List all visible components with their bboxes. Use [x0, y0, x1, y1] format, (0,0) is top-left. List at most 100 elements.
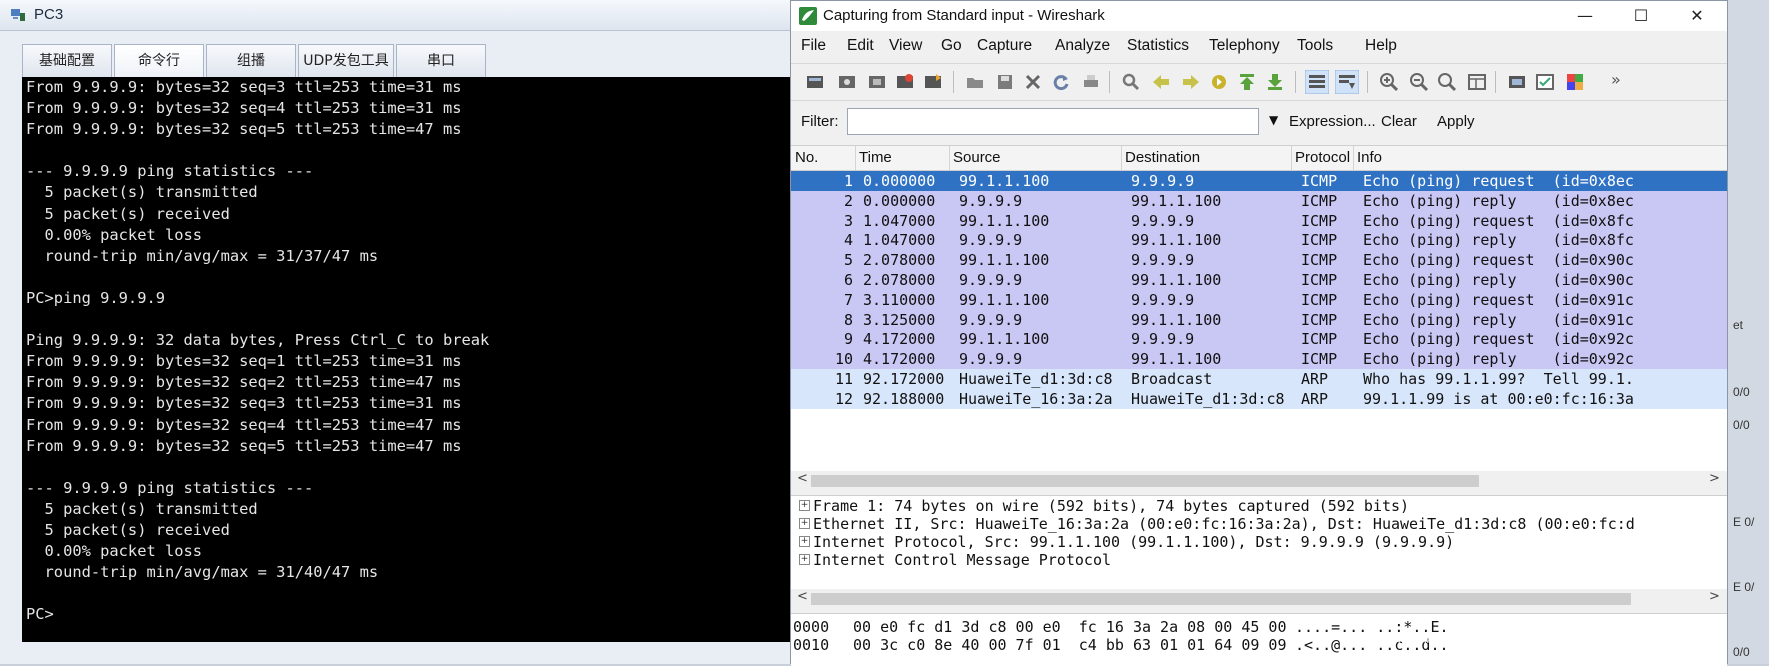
expand-icon[interactable]: + — [799, 536, 810, 547]
packet-protocol: ICMP — [1301, 271, 1338, 289]
terminal[interactable]: From 9.9.9.9: bytes=32 seq=3 ttl=253 tim… — [22, 77, 800, 642]
go-forward-icon[interactable] — [1181, 72, 1201, 92]
scroll-right-icon[interactable]: > — [1709, 471, 1720, 486]
scroll-left-icon[interactable]: < — [797, 589, 808, 604]
capture-options-icon[interactable] — [837, 72, 857, 92]
go-to-packet-icon[interactable] — [1209, 72, 1229, 92]
packet-list-hscroll[interactable]: < > — [791, 471, 1727, 489]
expand-icon[interactable]: + — [799, 554, 810, 565]
coloring-rules-icon[interactable] — [1565, 72, 1585, 92]
detail-row[interactable]: + Frame 1: 74 bytes on wire (592 bits), … — [791, 496, 1727, 516]
go-back-icon[interactable] — [1151, 72, 1171, 92]
scroll-thumb[interactable] — [811, 593, 1631, 605]
column-time[interactable]: Time — [859, 149, 892, 166]
packet-row[interactable]: 1 0.000000 99.1.1.100 9.9.9.9 ICMP Echo (ping… — [791, 171, 1727, 191]
column-separator[interactable] — [1121, 146, 1122, 170]
clear-button[interactable]: Clear — [1381, 113, 1417, 130]
column-info[interactable]: Info — [1357, 149, 1382, 166]
tab-command-line[interactable]: 命令行 — [114, 44, 204, 77]
capture-filters-icon[interactable] — [1507, 72, 1527, 92]
menu-analyze[interactable]: Analyze — [1055, 37, 1110, 55]
detail-row[interactable]: + Internet Control Message Protocol — [791, 550, 1727, 570]
expand-icon[interactable]: + — [799, 518, 810, 529]
detail-row[interactable]: + Ethernet II, Src: HuaweiTe_16:3a:2a (0… — [791, 514, 1727, 534]
reload-icon[interactable] — [1051, 72, 1071, 92]
apply-button[interactable]: Apply — [1437, 113, 1475, 130]
column-separator[interactable] — [949, 146, 950, 170]
menu-tools[interactable]: Tools — [1297, 37, 1333, 55]
packet-details[interactable]: + Frame 1: 74 bytes on wire (592 bits), … — [791, 495, 1727, 596]
packet-row[interactable]: 9 4.172000 99.1.1.100 9.9.9.9 ICMP Echo (ping… — [791, 329, 1727, 350]
packet-details-hscroll[interactable]: < > — [791, 589, 1727, 607]
scroll-right-icon[interactable]: > — [1709, 589, 1720, 604]
packet-no: 4 — [843, 231, 853, 250]
wireshark-window: Capturing from Standard input - Wireshar… — [790, 0, 1728, 666]
menu-statistics[interactable]: Statistics — [1127, 37, 1189, 55]
menu-capture[interactable]: Capture — [977, 37, 1032, 55]
packet-row[interactable]: 3 1.047000 99.1.1.100 9.9.9.9 ICMP Echo (ping… — [791, 210, 1727, 231]
scroll-left-icon[interactable]: < — [797, 471, 808, 486]
column-destination[interactable]: Destination — [1125, 149, 1200, 166]
go-last-icon[interactable] — [1265, 72, 1285, 92]
column-no[interactable]: No. — [795, 149, 818, 166]
packet-row[interactable]: 6 2.078000 9.9.9.9 99.1.1.100 ICMP Echo (ping… — [791, 270, 1727, 290]
find-packet-icon[interactable] — [1121, 72, 1141, 92]
zoom-in-icon[interactable] — [1379, 72, 1399, 92]
auto-scroll-icon[interactable] — [1335, 70, 1359, 94]
detail-row[interactable]: + Internet Protocol, Src: 99.1.1.100 (99… — [791, 532, 1727, 552]
filter-dropdown-icon[interactable]: ▼ — [1269, 113, 1278, 127]
close-file-icon[interactable] — [1023, 72, 1043, 92]
column-protocol[interactable]: Protocol — [1295, 149, 1350, 166]
display-filters-icon[interactable] — [1535, 72, 1555, 92]
column-source[interactable]: Source — [953, 149, 1001, 166]
resize-columns-icon[interactable] — [1467, 72, 1487, 92]
packet-row[interactable]: 11 92.172000 HuaweiTe_d1:3d:c8 Broadcast ARP… — [791, 369, 1727, 389]
column-separator[interactable] — [855, 146, 856, 170]
expression-button[interactable]: Expression... — [1289, 113, 1376, 130]
go-first-icon[interactable] — [1237, 72, 1257, 92]
packet-row[interactable]: 8 3.125000 9.9.9.9 99.1.1.100 ICMP Echo (ping… — [791, 309, 1727, 330]
packet-row[interactable]: 5 2.078000 99.1.1.100 9.9.9.9 ICMP Echo (ping… — [791, 250, 1727, 271]
tab-basic-config[interactable]: 基础配置 — [22, 44, 112, 77]
packet-row[interactable]: 2 0.000000 9.9.9.9 99.1.1.100 ICMP Echo (ping… — [791, 190, 1727, 211]
start-capture-icon[interactable] — [867, 72, 887, 92]
menu-go[interactable]: Go — [941, 37, 962, 55]
colorize-icon[interactable] — [1305, 70, 1329, 94]
wireshark-title: Capturing from Standard input - Wireshar… — [823, 7, 1105, 24]
stop-capture-icon[interactable] — [895, 72, 915, 92]
menu-view[interactable]: View — [889, 37, 922, 55]
restart-capture-icon[interactable] — [923, 72, 943, 92]
packet-row[interactable]: 7 3.110000 99.1.1.100 9.9.9.9 ICMP Echo (ping… — [791, 289, 1727, 310]
tab-udp-tool[interactable]: UDP发包工具 — [298, 44, 394, 77]
menu-file[interactable]: File — [801, 37, 826, 55]
packet-row[interactable]: 10 4.172000 9.9.9.9 99.1.1.100 ICMP Echo (pin… — [791, 349, 1727, 370]
tab-serial[interactable]: 串口 — [396, 44, 486, 77]
menu-telephony[interactable]: Telephony — [1209, 37, 1280, 55]
filter-input[interactable] — [847, 108, 1259, 135]
menu-edit[interactable]: Edit — [847, 37, 874, 55]
toolbar-separator — [1495, 71, 1496, 93]
packet-list[interactable]: No. Time Source Destination Protocol Inf… — [791, 145, 1727, 478]
packet-row[interactable]: 4 1.047000 9.9.9.9 99.1.1.100 ICMP Echo (ping… — [791, 230, 1727, 251]
close-button[interactable]: ✕ — [1669, 1, 1725, 31]
expand-icon[interactable]: + — [799, 500, 810, 511]
bytes-hex[interactable]: 00 e0 fc d1 3d c8 00 e0 fc 16 3a 2a 08 0… — [853, 618, 1286, 636]
scroll-thumb[interactable] — [811, 475, 1479, 487]
packet-row[interactable]: 12 92.188000 HuaweiTe_16:3a:2a HuaweiTe_d1:… — [791, 388, 1727, 409]
minimize-button[interactable]: — — [1557, 1, 1613, 31]
bytes-hex[interactable]: 00 3c c0 8e 40 00 7f 01 c4 bb 63 01 01 6… — [853, 636, 1286, 654]
column-separator[interactable] — [1353, 146, 1354, 170]
normal-size-icon[interactable] — [1437, 72, 1457, 92]
save-file-icon[interactable] — [995, 72, 1015, 92]
menu-bar: File Edit View Go Capture Analyze Statis… — [791, 33, 1727, 59]
tab-multicast[interactable]: 组播 — [206, 44, 296, 77]
packet-info: 99.1.1.99 is at 00:e0:fc:16:3a — [1363, 389, 1634, 408]
zoom-out-icon[interactable] — [1409, 72, 1429, 92]
column-separator[interactable] — [1291, 146, 1292, 170]
open-file-icon[interactable] — [965, 72, 985, 92]
menu-help[interactable]: Help — [1365, 37, 1397, 55]
interfaces-icon[interactable] — [805, 72, 825, 92]
maximize-button[interactable]: ☐ — [1613, 1, 1669, 31]
print-icon[interactable] — [1081, 72, 1101, 92]
toolbar-overflow-button[interactable]: » — [1611, 70, 1621, 89]
